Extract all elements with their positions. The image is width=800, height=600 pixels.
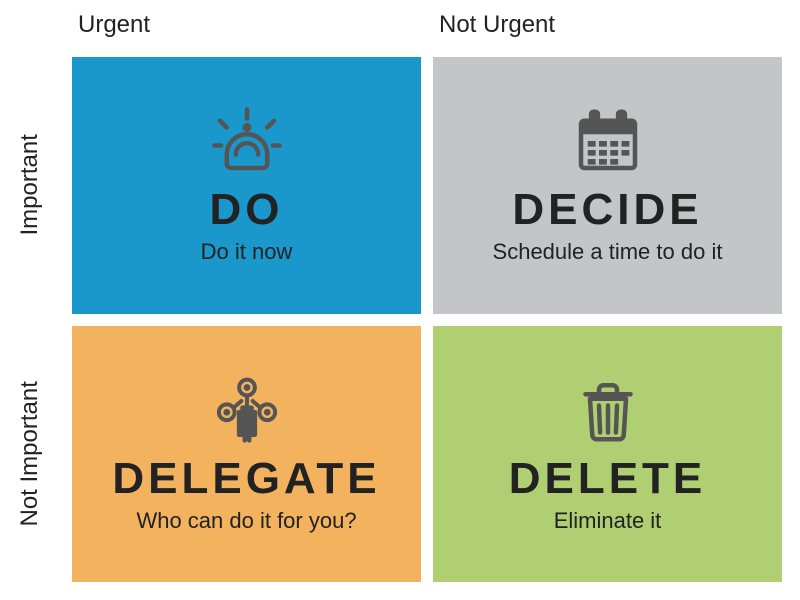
quadrant-subtitle: Schedule a time to do it [493,239,723,265]
people-icon [211,374,283,446]
quadrant-decide: DECIDE Schedule a time to do it [433,57,782,314]
quadrant-subtitle: Who can do it for you? [136,508,356,534]
quadrant-title: DELETE [509,456,707,502]
trash-icon [572,374,644,446]
alarm-icon [211,105,283,177]
quadrant-subtitle: Eliminate it [554,508,662,534]
column-header-not-urgent: Not Urgent [433,0,782,45]
quadrant-title: DECIDE [512,187,702,233]
eisenhower-matrix: Urgent Not Urgent Important Not Importan… [0,0,800,600]
calendar-icon [572,105,644,177]
quadrant-subtitle: Do it now [201,239,293,265]
axis-corner [0,0,60,45]
row-header-important: Important [0,57,60,314]
row-label: Not Important [16,381,44,526]
column-header-urgent: Urgent [72,0,421,45]
quadrant-do: DO Do it now [72,57,421,314]
quadrant-title: DO [210,187,284,233]
column-label: Not Urgent [439,11,555,39]
quadrant-title: DELEGATE [112,456,380,502]
quadrant-delegate: DELEGATE Who can do it for you? [72,326,421,583]
quadrant-delete: DELETE Eliminate it [433,326,782,583]
row-label: Important [16,135,44,236]
row-header-not-important: Not Important [0,326,60,583]
column-label: Urgent [78,11,150,39]
